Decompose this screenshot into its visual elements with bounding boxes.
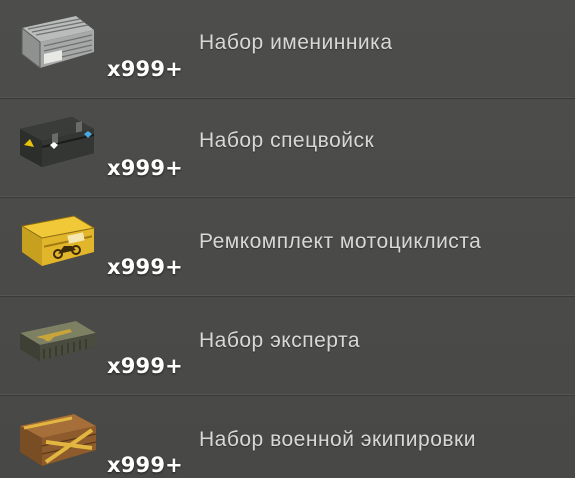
- item-name: Набор военной экипировки: [199, 428, 476, 451]
- item-quantity: x999+: [107, 57, 183, 81]
- item-quantity: x999+: [107, 354, 183, 378]
- wooden-crate-icon: [14, 406, 100, 474]
- item-name: Набор эксперта: [199, 329, 361, 352]
- list-item-expert-set[interactable]: x999+ Набор эксперта: [0, 297, 575, 396]
- black-case-icon: [14, 109, 100, 177]
- list-item-birthday-set[interactable]: x999+ Набор именинника: [0, 0, 575, 99]
- item-list: x999+ Набор именинника x999+ Набор спецв…: [0, 0, 575, 478]
- silver-crate-icon: [14, 10, 100, 78]
- item-quantity: x999+: [107, 255, 183, 279]
- item-quantity: x999+: [107, 453, 183, 477]
- item-name: Набор именинника: [199, 31, 393, 54]
- item-name: Набор спецвойск: [199, 129, 375, 152]
- rifle-case-icon: [14, 307, 100, 375]
- list-item-special-forces-set[interactable]: x999+ Набор спецвойск: [0, 99, 575, 198]
- list-item-military-equipment-set[interactable]: x999+ Набор военной экипировки: [0, 396, 575, 478]
- list-item-motorcyclist-repair-kit[interactable]: x999+ Ремкомплект мотоциклиста: [0, 198, 575, 297]
- item-name: Ремкомплект мотоциклиста: [199, 230, 482, 253]
- item-quantity: x999+: [107, 156, 183, 180]
- yellow-motorcycle-box-icon: [14, 208, 100, 276]
